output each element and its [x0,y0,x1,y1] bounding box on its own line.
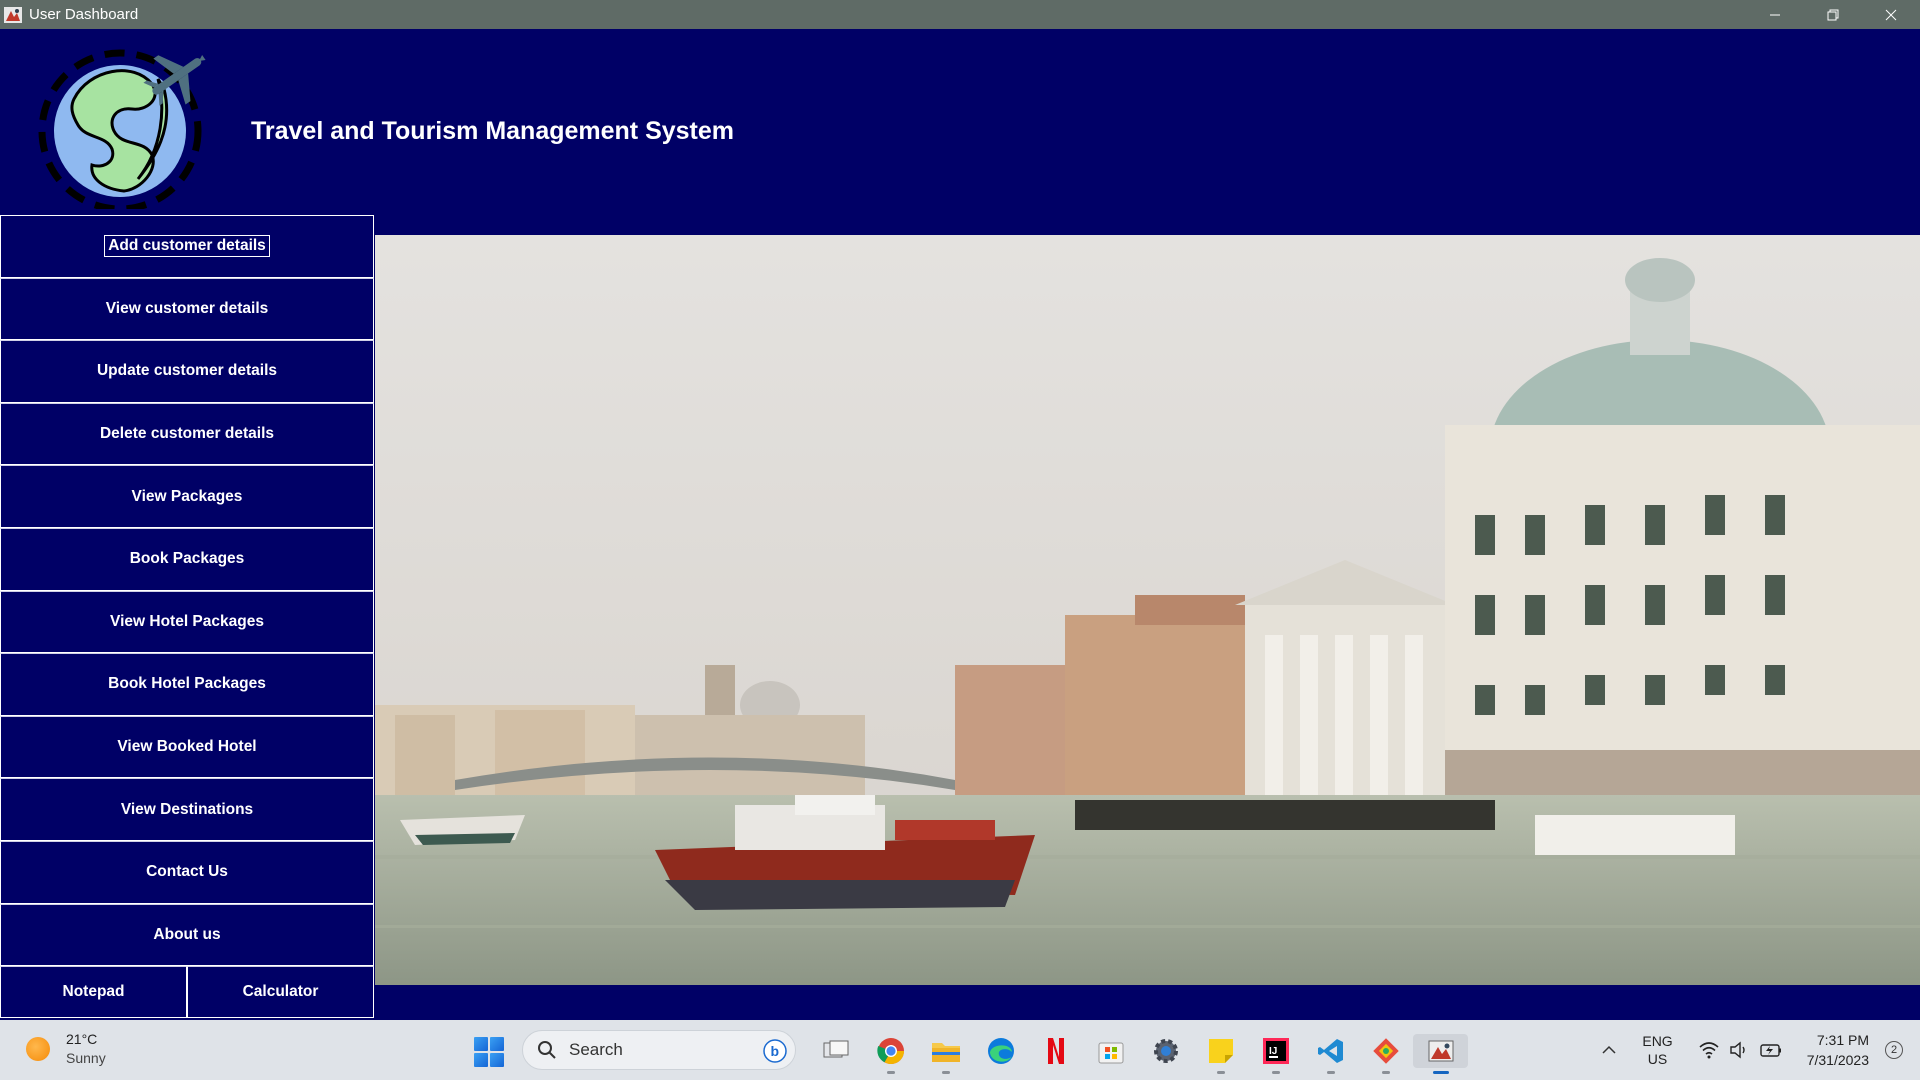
venice-canal-image [375,235,1920,985]
volume-icon [1730,1041,1745,1059]
close-icon [1885,9,1897,20]
button-label: View customer details [105,299,269,317]
start-button[interactable] [474,1037,504,1067]
store-icon [1098,1042,1123,1064]
weather-widget[interactable]: 21°C Sunny [26,1030,106,1068]
settings-button[interactable] [1138,1034,1193,1068]
netflix-button[interactable] [1028,1034,1083,1068]
intellij-button[interactable]: IJ [1248,1034,1303,1074]
view-hotel-packages-button[interactable]: View Hotel Packages [0,590,374,654]
gear-icon [1153,1039,1178,1063]
bing-icon[interactable]: b [763,1039,787,1063]
button-label: Contact Us [146,863,228,881]
app-icon [3,5,23,25]
restore-button[interactable] [1804,0,1862,29]
windows-taskbar: 21°C Sunny Search b IJ ENG US 7:31 PM 7/… [0,1020,1920,1080]
folder-icon [931,1043,960,1062]
restore-icon [1827,9,1839,20]
language-indicator[interactable]: ENG US [1642,1032,1672,1068]
button-label: Delete customer details [99,425,274,443]
intellij-icon: IJ [1262,1038,1289,1064]
button-label: Add customer details [104,235,270,258]
delete-customer-details-button[interactable]: Delete customer details [0,402,374,466]
button-label: View Destinations [120,800,254,818]
button-label: About us [153,925,221,943]
vscode-icon [1317,1039,1343,1063]
wifi-icon [1699,1042,1719,1059]
button-label: Calculator [242,983,319,1001]
button-label: Notepad [62,983,125,1001]
sticky-notes-icon [1208,1039,1233,1063]
task-view-button[interactable] [808,1034,863,1068]
contact-us-button[interactable]: Contact Us [0,840,374,904]
button-label: View Hotel Packages [110,612,264,630]
minimize-button[interactable] [1746,0,1804,29]
minimize-icon [1770,14,1780,15]
microsoft-store-button[interactable] [1083,1034,1138,1068]
file-explorer-button[interactable] [918,1034,973,1074]
book-packages-button[interactable]: Book Packages [0,527,374,591]
dashboard-window: Travel and Tourism Management System Add… [0,29,1920,1020]
battery-icon [1760,1044,1781,1057]
task-view-icon [823,1040,848,1058]
chrome-button[interactable] [863,1034,918,1074]
chrome-icon [876,1038,904,1065]
search-box[interactable]: Search b [522,1030,796,1070]
button-label: Update customer details [96,362,278,380]
git-button[interactable] [1358,1034,1413,1074]
add-customer-details-button[interactable]: Add customer details [0,215,374,278]
quick-settings[interactable] [1699,1041,1783,1059]
sticky-notes-button[interactable] [1193,1034,1248,1074]
clock-time: 7:31 PM [1816,1032,1869,1048]
about-us-button[interactable]: About us [0,903,374,967]
system-tray: ENG US 7:31 PM 7/31/2023 2 [1602,1020,1920,1080]
notepad-button[interactable]: Notepad [0,966,187,1019]
button-label: Book Packages [129,550,245,568]
update-customer-details-button[interactable]: Update customer details [0,340,374,403]
search-placeholder: Search [569,1040,623,1059]
view-customer-details-button[interactable]: View customer details [0,277,374,341]
window-title: User Dashboard [29,6,139,23]
sidebar-menu: Add customer details View customer detai… [0,215,374,1019]
edge-icon [987,1038,1014,1064]
weather-condition: Sunny [66,1050,106,1066]
button-label: View Booked Hotel [117,738,257,756]
windows-logo-icon [474,1037,488,1051]
region-code: US [1647,1051,1668,1067]
app-title: Travel and Tourism Management System [251,117,735,145]
clock-date: 7/31/2023 [1806,1052,1869,1068]
chevron-up-icon[interactable] [1602,1045,1616,1055]
calculator-button[interactable]: Calculator [187,966,374,1019]
vscode-button[interactable] [1303,1034,1358,1074]
view-packages-button[interactable]: View Packages [0,465,374,528]
netflix-icon [1047,1038,1064,1064]
sun-icon [26,1037,50,1061]
java-app-icon [1428,1040,1453,1062]
close-button[interactable] [1862,0,1920,29]
java-app-button[interactable] [1413,1034,1468,1074]
svg-text:IJ: IJ [1269,1046,1277,1057]
globe-airplane-logo [34,39,214,213]
view-booked-hotel-button[interactable]: View Booked Hotel [0,715,374,779]
search-icon [538,1041,556,1059]
clock[interactable]: 7:31 PM 7/31/2023 [1807,1030,1869,1070]
tools-row: Notepad Calculator [0,966,374,1019]
button-label: View Packages [131,487,243,505]
view-destinations-button[interactable]: View Destinations [0,778,374,841]
svg-text:b: b [771,1043,780,1059]
button-label: Book Hotel Packages [108,675,266,693]
window-titlebar[interactable]: User Dashboard [0,0,1920,29]
edge-button[interactable] [973,1034,1028,1068]
book-hotel-packages-button[interactable]: Book Hotel Packages [0,653,374,716]
git-icon [1372,1038,1399,1064]
weather-temp: 21°C [66,1031,98,1047]
notification-badge[interactable]: 2 [1885,1041,1903,1059]
lang-code: ENG [1642,1033,1673,1049]
